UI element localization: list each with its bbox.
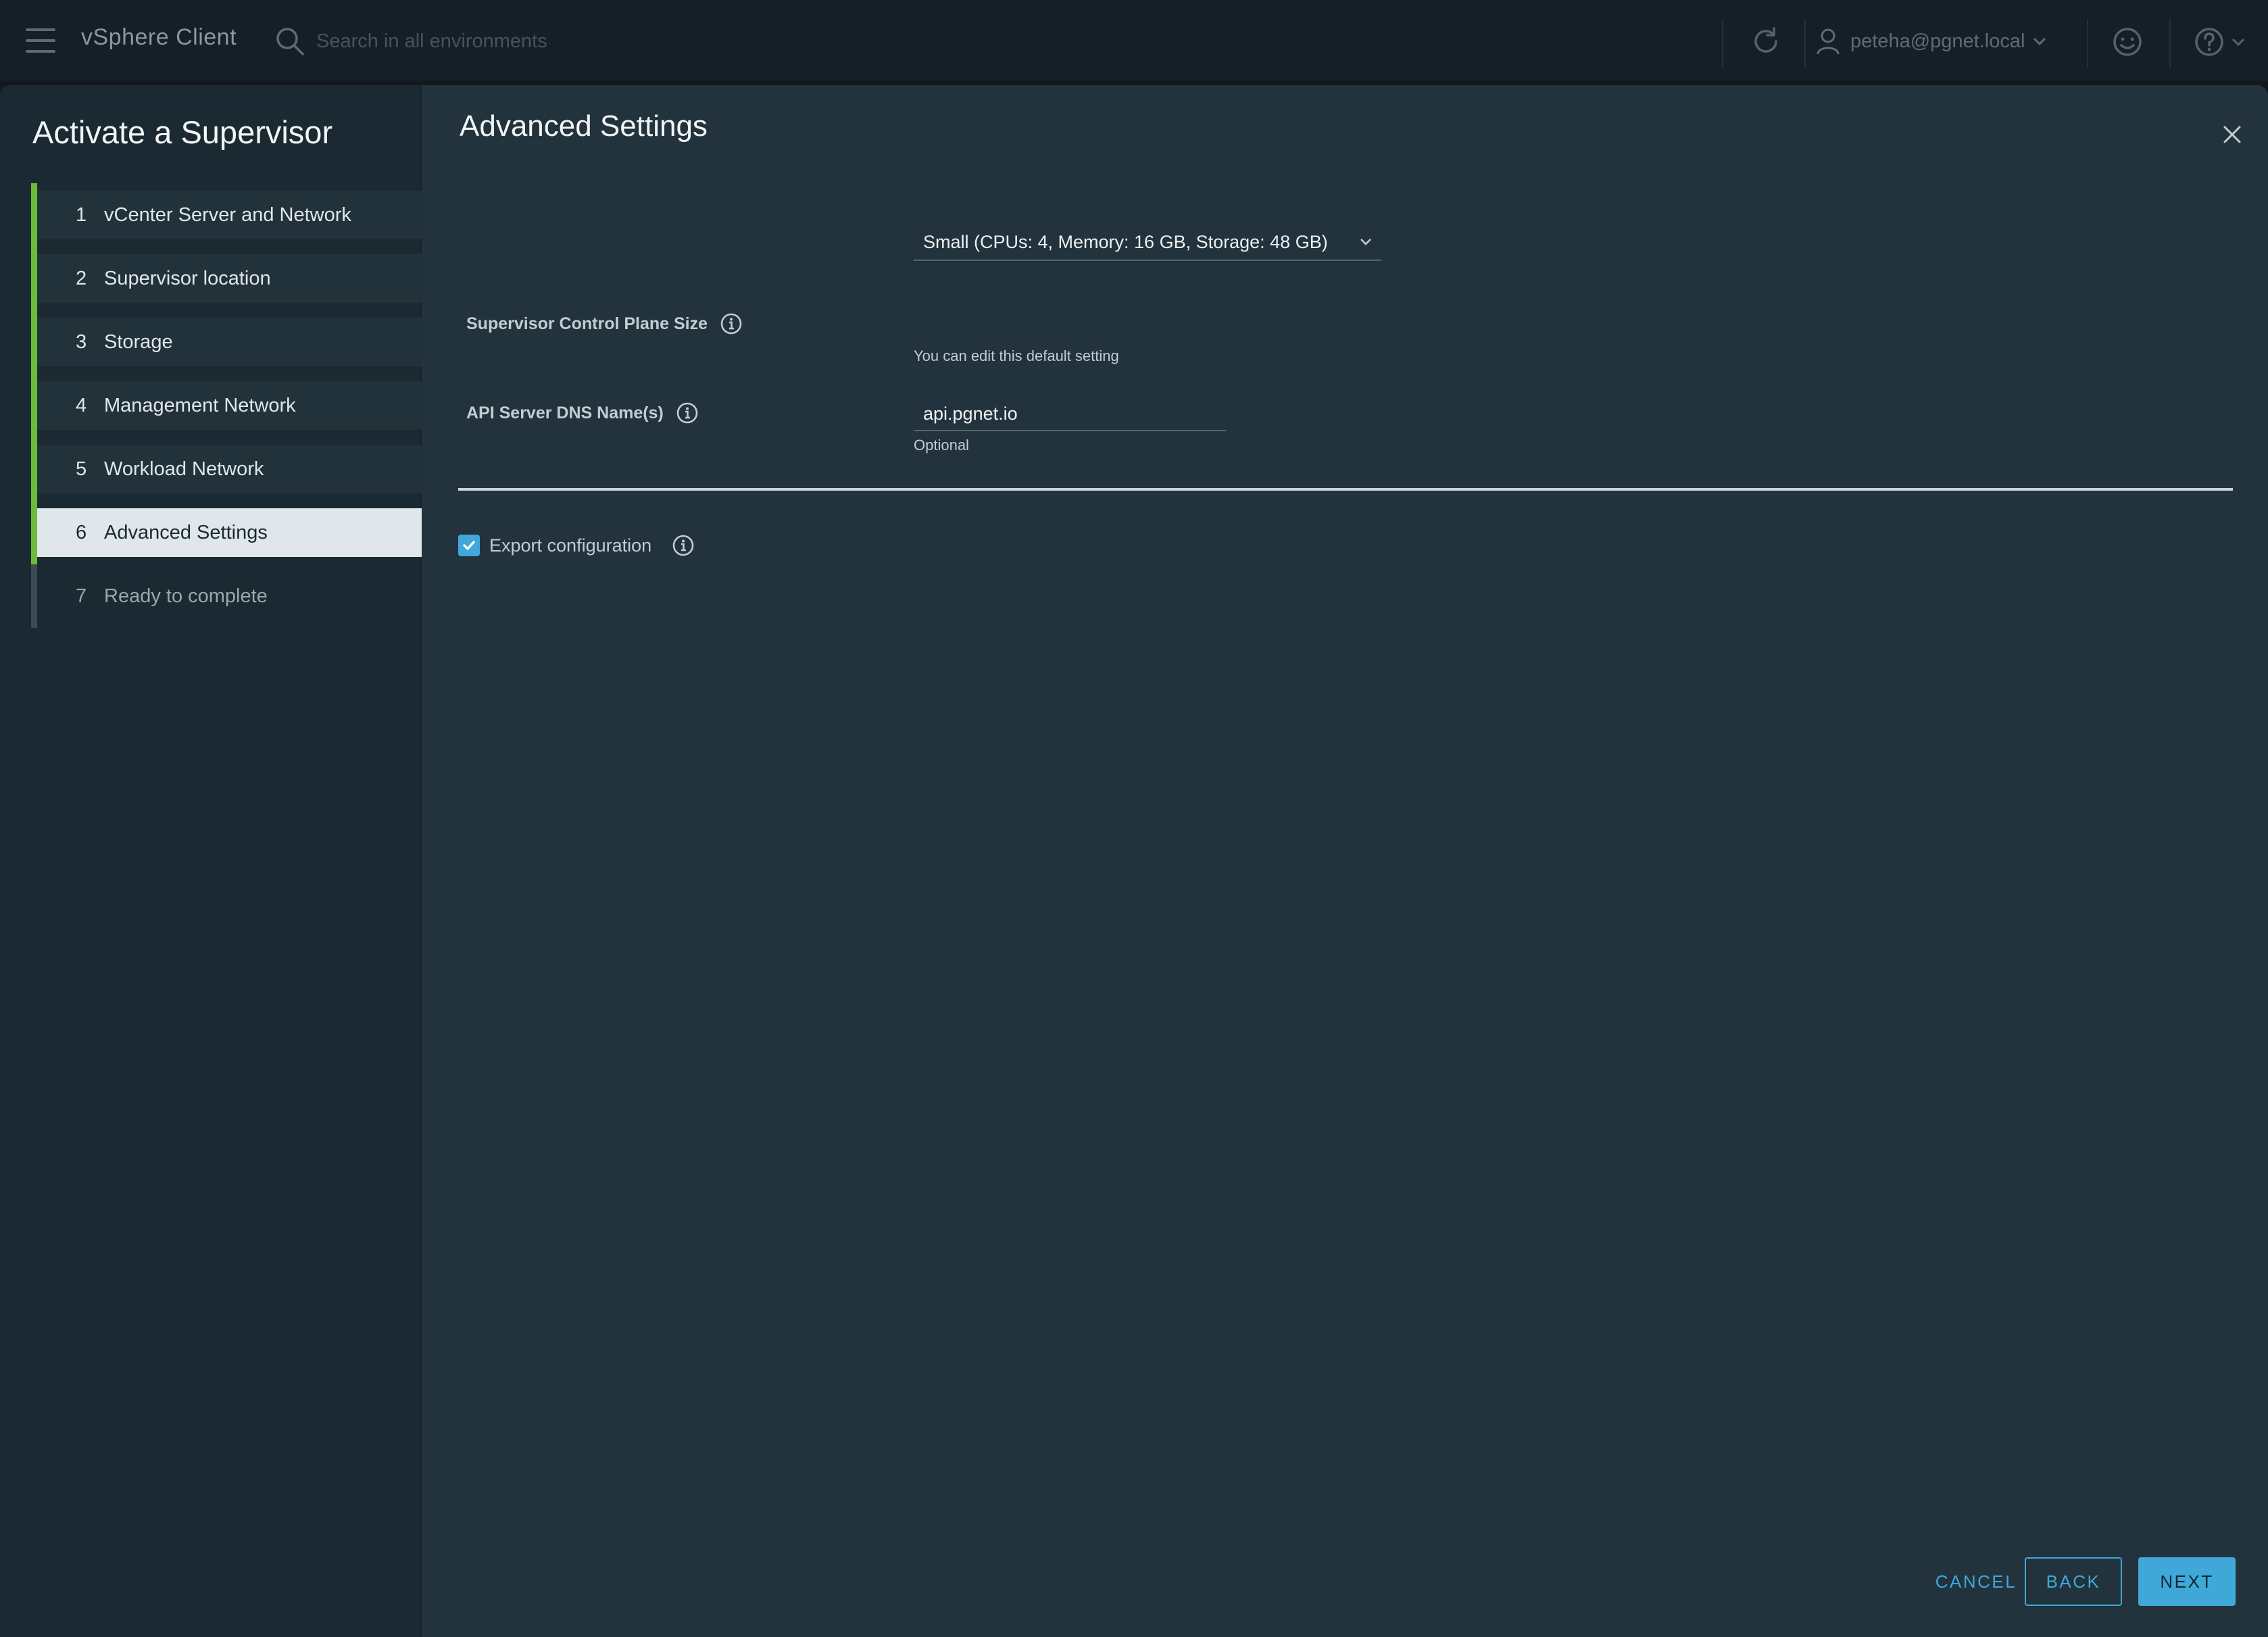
step-number: 6 <box>76 521 87 543</box>
top-header: vSphere Client peteha@pgnet.local <box>0 0 2268 81</box>
control-plane-size-label: Supervisor Control Plane Size <box>466 312 743 335</box>
checkmark-icon <box>463 541 475 550</box>
step-7[interactable]: 7 Ready to complete <box>31 564 422 628</box>
user-name: peteha@pgnet.local <box>1850 30 2025 52</box>
header-divider <box>1804 19 1806 68</box>
step-number: 4 <box>76 394 87 416</box>
step-progress-bar <box>31 564 37 628</box>
wizard-title: Activate a Supervisor <box>32 114 333 150</box>
field-label: Supervisor Control Plane Size <box>466 314 708 333</box>
menu-icon[interactable] <box>26 28 55 53</box>
select-value: Small (CPUs: 4, Memory: 16 GB, Storage: … <box>923 231 1328 252</box>
smiley-icon[interactable] <box>2111 26 2144 58</box>
step-number: 3 <box>76 331 87 353</box>
step-label: Workload Network <box>104 458 264 480</box>
step-progress-bar <box>31 183 37 247</box>
wizard-nav: Activate a Supervisor 1 vCenter Server a… <box>0 85 422 1637</box>
step-number: 2 <box>76 267 87 289</box>
chevron-down-icon <box>2033 37 2046 46</box>
step-1[interactable]: 1 vCenter Server and Network <box>31 183 422 247</box>
chevron-down-icon <box>2232 38 2245 47</box>
step-label: Supervisor location <box>104 267 271 289</box>
app-title: vSphere Client <box>81 24 237 50</box>
wizard-steps: 1 vCenter Server and Network 2 Superviso… <box>31 183 422 635</box>
cancel-button[interactable]: CANCEL <box>1910 1557 2042 1606</box>
close-icon[interactable] <box>2218 120 2246 149</box>
step-label: Advanced Settings <box>104 521 268 543</box>
step-2[interactable]: 2 Supervisor location <box>31 247 422 310</box>
step-4[interactable]: 4 Management Network <box>31 374 422 437</box>
user-icon <box>1817 28 1840 55</box>
step-progress-bar <box>31 310 37 374</box>
step-label: Management Network <box>104 394 296 416</box>
user-menu[interactable]: peteha@pgnet.local <box>1815 24 2048 58</box>
step-progress-bar <box>31 374 37 437</box>
api-dns-helper: Optional <box>914 437 969 454</box>
control-plane-size-helper: You can edit this default setting <box>914 347 1119 364</box>
section-title: Advanced Settings <box>460 109 708 143</box>
search-input[interactable] <box>316 26 803 57</box>
step-label: Ready to complete <box>104 585 268 607</box>
api-dns-label: API Server DNS Name(s) <box>466 401 699 424</box>
section-divider <box>458 488 2233 491</box>
info-icon[interactable] <box>720 312 743 335</box>
wizard-dialog: Activate a Supervisor 1 vCenter Server a… <box>0 85 2268 1637</box>
info-icon[interactable] <box>676 401 699 424</box>
chevron-down-icon <box>1360 239 1371 245</box>
api-dns-input[interactable] <box>914 397 1226 431</box>
step-3[interactable]: 3 Storage <box>31 310 422 374</box>
step-progress-bar <box>31 501 37 564</box>
help-icon <box>2195 28 2223 56</box>
control-plane-size-select[interactable]: Small (CPUs: 4, Memory: 16 GB, Storage: … <box>914 224 1381 261</box>
step-label: vCenter Server and Network <box>104 203 351 226</box>
step-number: 1 <box>76 203 87 226</box>
search-icon <box>276 28 304 55</box>
header-divider <box>2087 19 2088 68</box>
step-number: 5 <box>76 458 87 480</box>
export-config-label: Export configuration <box>489 535 652 556</box>
step-progress-bar <box>31 437 37 501</box>
next-button[interactable]: NEXT <box>2138 1557 2236 1606</box>
step-6[interactable]: 6 Advanced Settings <box>31 501 422 564</box>
step-label: Storage <box>104 331 173 353</box>
field-label: API Server DNS Name(s) <box>466 403 664 422</box>
export-config-checkbox[interactable] <box>458 535 480 556</box>
refresh-icon[interactable] <box>1749 24 1783 58</box>
help-menu[interactable] <box>2194 26 2246 58</box>
header-divider <box>2169 19 2171 68</box>
step-number: 7 <box>76 585 87 607</box>
header-divider <box>1722 19 1723 68</box>
info-icon[interactable] <box>672 534 695 557</box>
back-button[interactable]: BACK <box>2025 1557 2122 1606</box>
step-5[interactable]: 5 Workload Network <box>31 437 422 501</box>
step-progress-bar <box>31 247 37 310</box>
export-config-row: Export configuration <box>458 534 695 557</box>
wizard-content: Advanced Settings Supervisor Control Pla… <box>423 85 2268 1637</box>
